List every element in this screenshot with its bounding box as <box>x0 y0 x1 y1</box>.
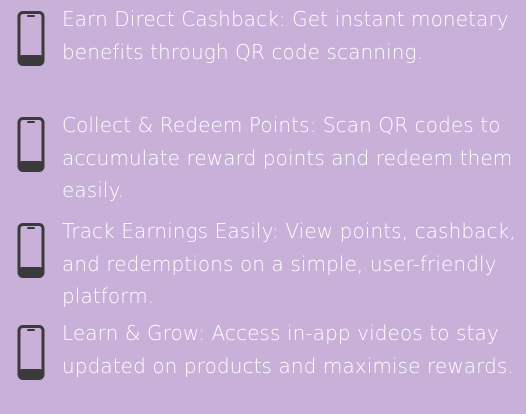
feature-text: Earn Direct Cashback: Get instant moneta… <box>62 7 509 64</box>
phone-icon <box>17 223 45 278</box>
feature-text: Collect & Redeem Points: Scan QR codes t… <box>62 113 513 202</box>
phone-icon <box>17 11 45 66</box>
phone-icon <box>17 117 45 172</box>
feature-text: Learn & Grow: Access in-app videos to st… <box>62 321 514 378</box>
phone-icon <box>17 325 45 380</box>
feature-text: Track Earnings Easily: View points, cash… <box>62 219 516 308</box>
feature-list: Earn Direct Cashback: Get instant moneta… <box>0 0 526 414</box>
